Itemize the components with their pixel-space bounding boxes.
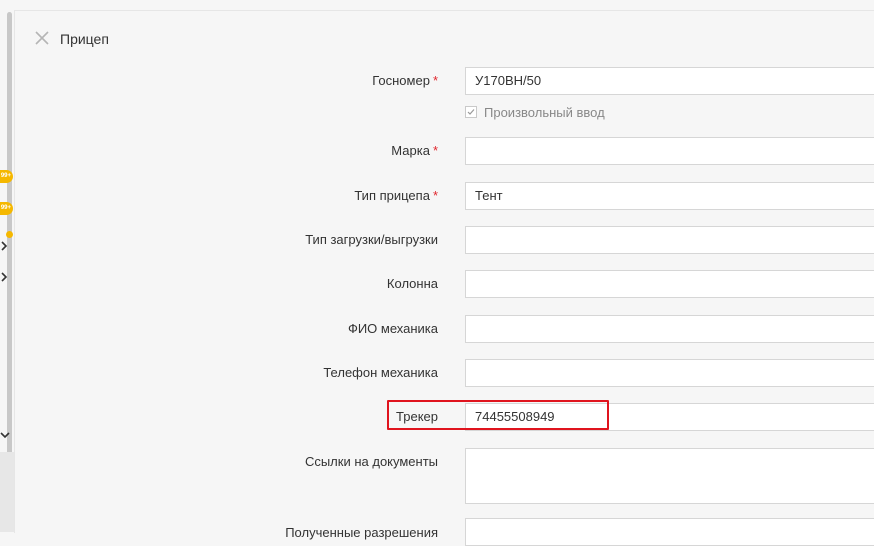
background-sidebar: 99+ 99+ <box>0 0 14 532</box>
trailer-panel: Прицеп Госномер * У170ВН/50 Произвольный … <box>14 10 874 546</box>
free-input-checkbox[interactable] <box>465 106 477 118</box>
close-icon[interactable] <box>34 30 50 46</box>
mechanic-phone-input[interactable] <box>465 359 874 387</box>
panel-title: Прицеп <box>60 31 109 47</box>
gosnomer-input[interactable]: У170ВН/50 <box>465 67 874 95</box>
column-label: Колонна <box>386 276 438 291</box>
marka-input[interactable] <box>465 137 874 165</box>
free-input-checkbox-row[interactable]: Произвольный ввод <box>465 105 605 120</box>
permissions-label: Полученные разрешения <box>285 525 438 540</box>
chevron-right-icon[interactable] <box>0 272 8 282</box>
marka-label: Марка * <box>391 143 438 158</box>
doc-links-label: Ссылки на документы <box>304 454 438 469</box>
required-mark: * <box>432 143 438 158</box>
load-type-label: Тип загрузки/выгрузки <box>305 232 438 247</box>
mechanic-name-input[interactable] <box>465 315 874 343</box>
free-input-label: Произвольный ввод <box>484 105 605 120</box>
doc-links-textarea[interactable] <box>465 448 874 504</box>
load-type-select[interactable] <box>465 226 874 254</box>
trailer-type-select[interactable]: Тент <box>465 182 874 210</box>
required-mark: * <box>432 188 438 203</box>
notification-badge: 99+ <box>0 170 13 183</box>
sidebar-footer <box>0 452 14 532</box>
scrollbar[interactable] <box>7 12 12 517</box>
highlight-box <box>387 400 609 430</box>
chevron-right-icon[interactable] <box>0 241 8 251</box>
permissions-input[interactable] <box>465 518 874 546</box>
column-select[interactable] <box>465 270 874 298</box>
chevron-down-icon[interactable] <box>0 431 10 439</box>
gosnomer-label: Госномер * <box>372 73 438 88</box>
notification-badge: 99+ <box>0 202 13 215</box>
mechanic-name-label: ФИО механика <box>347 321 438 336</box>
required-mark: * <box>432 73 438 88</box>
trailer-type-label: Тип прицепа * <box>354 188 438 203</box>
mechanic-phone-label: Телефон механика <box>323 365 438 380</box>
status-dot <box>6 231 13 238</box>
